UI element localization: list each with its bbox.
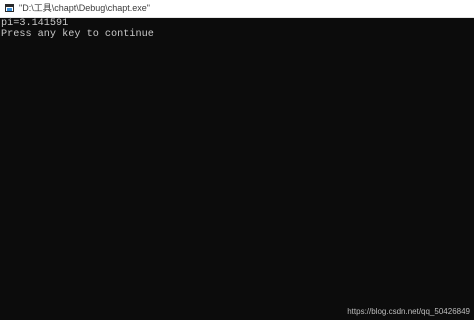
title-bar[interactable]: "D:\工具\chapt\Debug\chapt.exe"	[0, 0, 474, 18]
watermark-text: https://blog.csdn.net/qq_50426849	[347, 307, 470, 316]
window-title: "D:\工具\chapt\Debug\chapt.exe"	[19, 3, 150, 13]
icon-screen-area	[7, 8, 12, 11]
icon-title-strip	[6, 5, 13, 7]
console-output-area[interactable]: pi=3.141591 Press any key to continue ht…	[0, 18, 474, 320]
console-window: "D:\工具\chapt\Debug\chapt.exe" pi=3.14159…	[0, 0, 474, 320]
console-app-icon[interactable]	[5, 4, 14, 12]
console-line-prompt: Press any key to continue	[1, 29, 154, 40]
